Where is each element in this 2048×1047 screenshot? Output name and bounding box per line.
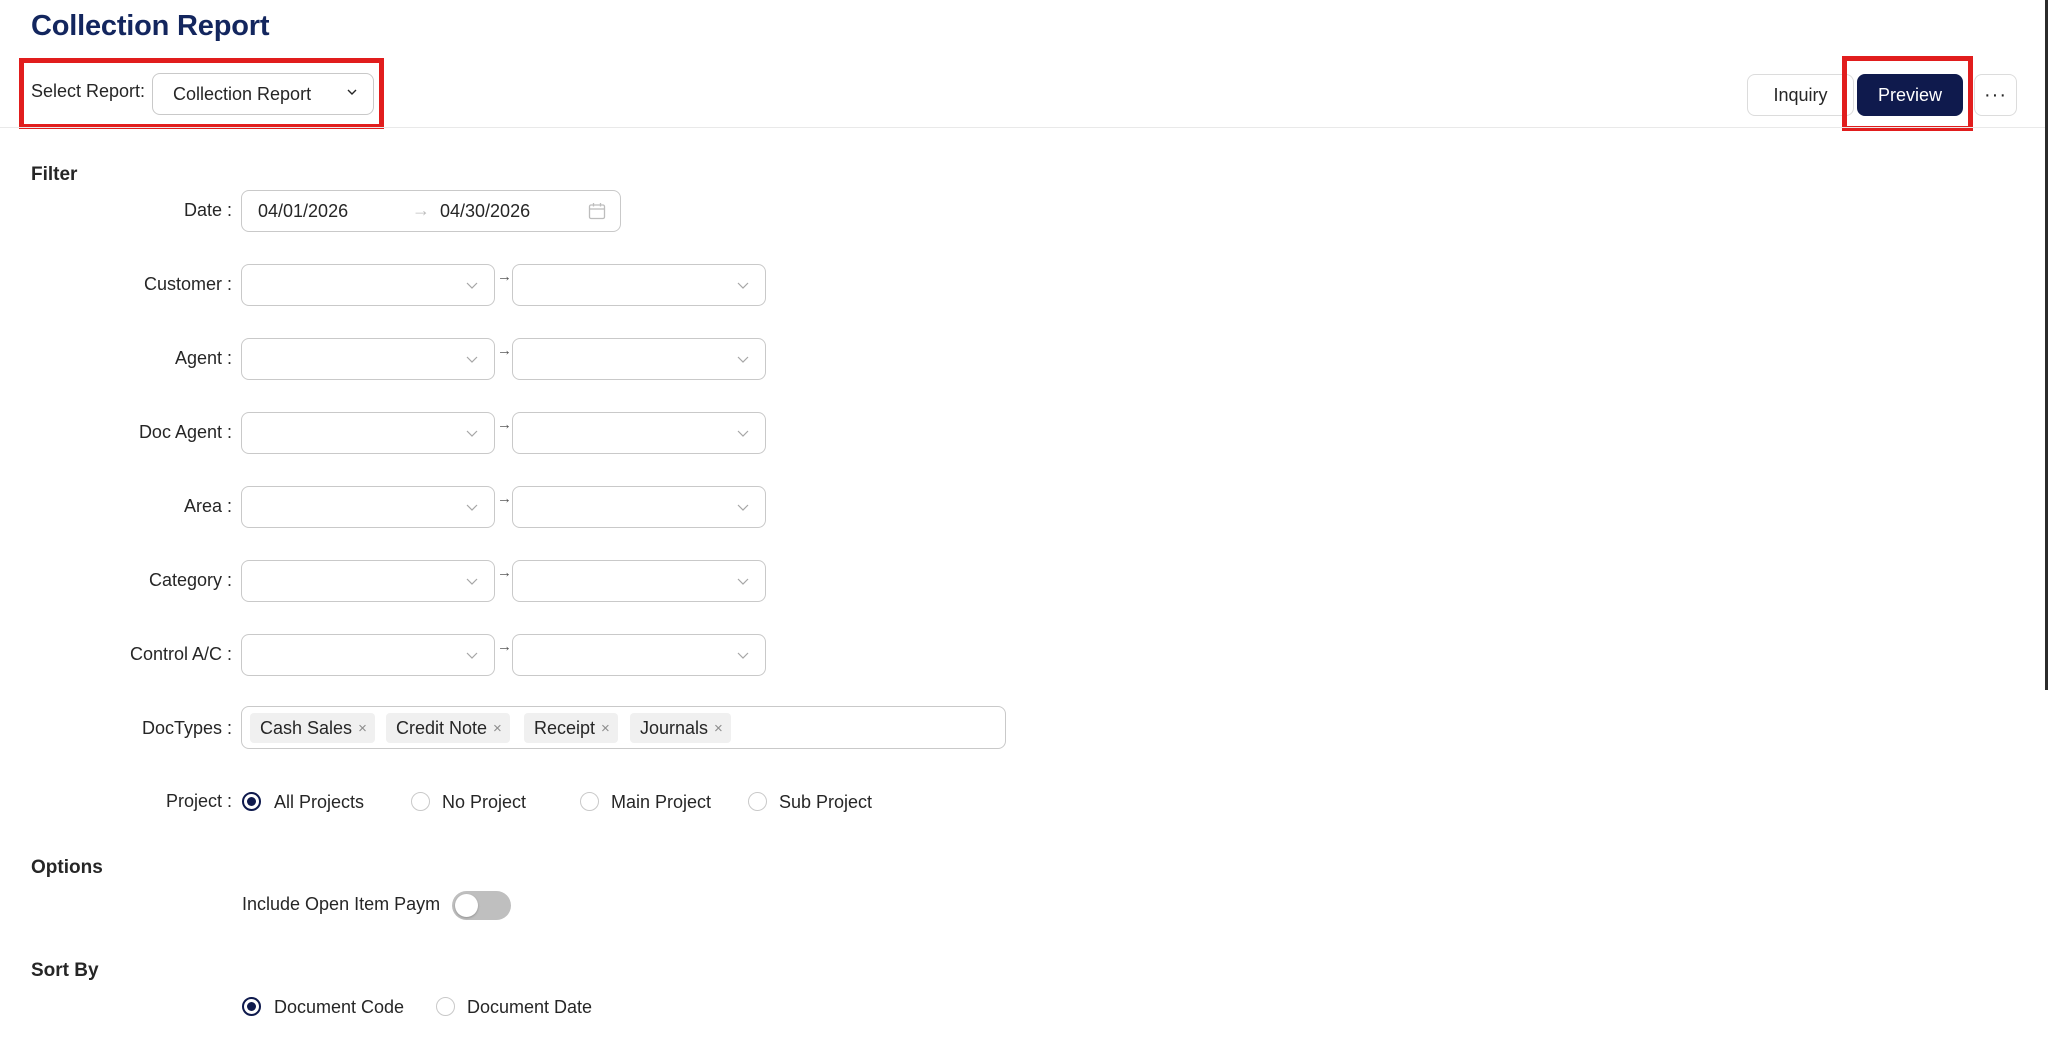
doctype-tag-label: Journals — [640, 717, 709, 738]
range-arrow-icon: → — [497, 490, 512, 507]
area-from-select[interactable] — [241, 486, 495, 528]
page-title: Collection Report — [31, 10, 270, 42]
date-range-picker[interactable]: 04/01/2026 → 04/30/2026 — [241, 190, 621, 232]
area-label: Area : — [183, 496, 232, 516]
range-arrow-icon: → — [497, 342, 512, 359]
range-arrow-icon: → — [497, 416, 512, 433]
agent-label: Agent : — [174, 348, 232, 368]
doc-agent-from-select[interactable] — [241, 412, 495, 454]
doctype-tag-label: Credit Note — [396, 717, 488, 738]
doc-agent-to-select[interactable] — [512, 412, 766, 454]
category-to-select[interactable] — [512, 560, 766, 602]
project-option-label: No Project — [442, 792, 527, 812]
chevron-down-icon — [737, 430, 749, 437]
inquiry-button[interactable]: Inquiry — [1747, 74, 1854, 116]
chevron-down-icon — [466, 356, 478, 363]
sort-radio-document-date[interactable] — [436, 997, 455, 1016]
chevron-down-icon — [737, 652, 749, 659]
customer-to-select[interactable] — [512, 264, 766, 306]
chevron-down-icon — [466, 578, 478, 585]
doctype-tag: Cash Sales × — [250, 713, 375, 743]
toggle-knob — [455, 894, 478, 917]
customer-from-select[interactable] — [241, 264, 495, 306]
doctypes-label: DocTypes : — [141, 718, 232, 738]
sort-by-section-title: Sort By — [31, 960, 99, 981]
date-range-arrow: → — [412, 200, 430, 220]
preview-highlight — [1842, 56, 1973, 131]
include-open-item-toggle[interactable] — [452, 891, 511, 920]
control-ac-label: Control A/C : — [129, 644, 232, 664]
filter-section-title: Filter — [31, 164, 78, 185]
control-ac-from-select[interactable] — [241, 634, 495, 676]
chevron-down-icon — [737, 504, 749, 511]
range-arrow-icon: → — [497, 268, 512, 285]
date-from-input[interactable]: 04/01/2026 — [258, 201, 348, 222]
doctypes-multiselect[interactable]: Cash Sales × Credit Note × Receipt × Jou… — [241, 706, 1006, 749]
close-icon[interactable]: × — [358, 720, 367, 737]
close-icon[interactable]: × — [493, 720, 502, 737]
doctype-tag: Credit Note × — [386, 713, 510, 743]
chevron-down-icon — [737, 282, 749, 289]
chevron-down-icon — [737, 578, 749, 585]
doctype-tag: Journals × — [630, 713, 731, 743]
control-ac-to-select[interactable] — [512, 634, 766, 676]
sort-radio-document-code[interactable] — [242, 997, 261, 1016]
customer-label: Customer : — [143, 274, 232, 294]
chevron-down-icon — [466, 504, 478, 511]
close-icon[interactable]: × — [714, 720, 723, 737]
category-from-select[interactable] — [241, 560, 495, 602]
project-radio-none[interactable] — [411, 792, 430, 811]
project-radio-all[interactable] — [242, 792, 261, 811]
select-report-label: Select Report: — [31, 81, 146, 101]
doctype-tag-label: Receipt — [534, 717, 596, 738]
sort-option-label: Document Code — [274, 997, 405, 1017]
more-options-button[interactable]: ··· — [1974, 74, 2017, 116]
doc-agent-label: Doc Agent : — [138, 422, 232, 442]
agent-to-select[interactable] — [512, 338, 766, 380]
chevron-down-icon — [466, 430, 478, 437]
area-to-select[interactable] — [512, 486, 766, 528]
project-label: Project : — [165, 791, 232, 811]
header-divider — [0, 127, 2048, 128]
category-label: Category : — [148, 570, 232, 590]
chevron-down-icon — [466, 652, 478, 659]
calendar-icon — [588, 203, 606, 220]
chevron-down-icon — [466, 282, 478, 289]
range-arrow-icon: → — [497, 638, 512, 655]
agent-from-select[interactable] — [241, 338, 495, 380]
chevron-down-icon — [347, 89, 357, 95]
chevron-down-icon — [737, 356, 749, 363]
project-option-label: Main Project — [611, 792, 712, 812]
options-section-title: Options — [31, 857, 103, 878]
project-option-label: Sub Project — [779, 792, 873, 812]
project-option-label: All Projects — [274, 792, 365, 812]
range-arrow-icon: → — [497, 564, 512, 581]
project-radio-main[interactable] — [580, 792, 599, 811]
doctype-tag: Receipt × — [524, 713, 618, 743]
select-report-dropdown[interactable]: Collection Report — [152, 73, 374, 115]
doctype-tag-label: Cash Sales — [260, 717, 353, 738]
close-icon[interactable]: × — [601, 720, 610, 737]
date-label: Date : — [183, 200, 232, 220]
select-report-value: Collection Report — [173, 84, 312, 104]
sort-option-label: Document Date — [467, 997, 593, 1017]
include-open-item-label: Include Open Item Paym — [242, 894, 441, 914]
project-radio-sub[interactable] — [748, 792, 767, 811]
date-to-input[interactable]: 04/30/2026 — [440, 201, 530, 222]
